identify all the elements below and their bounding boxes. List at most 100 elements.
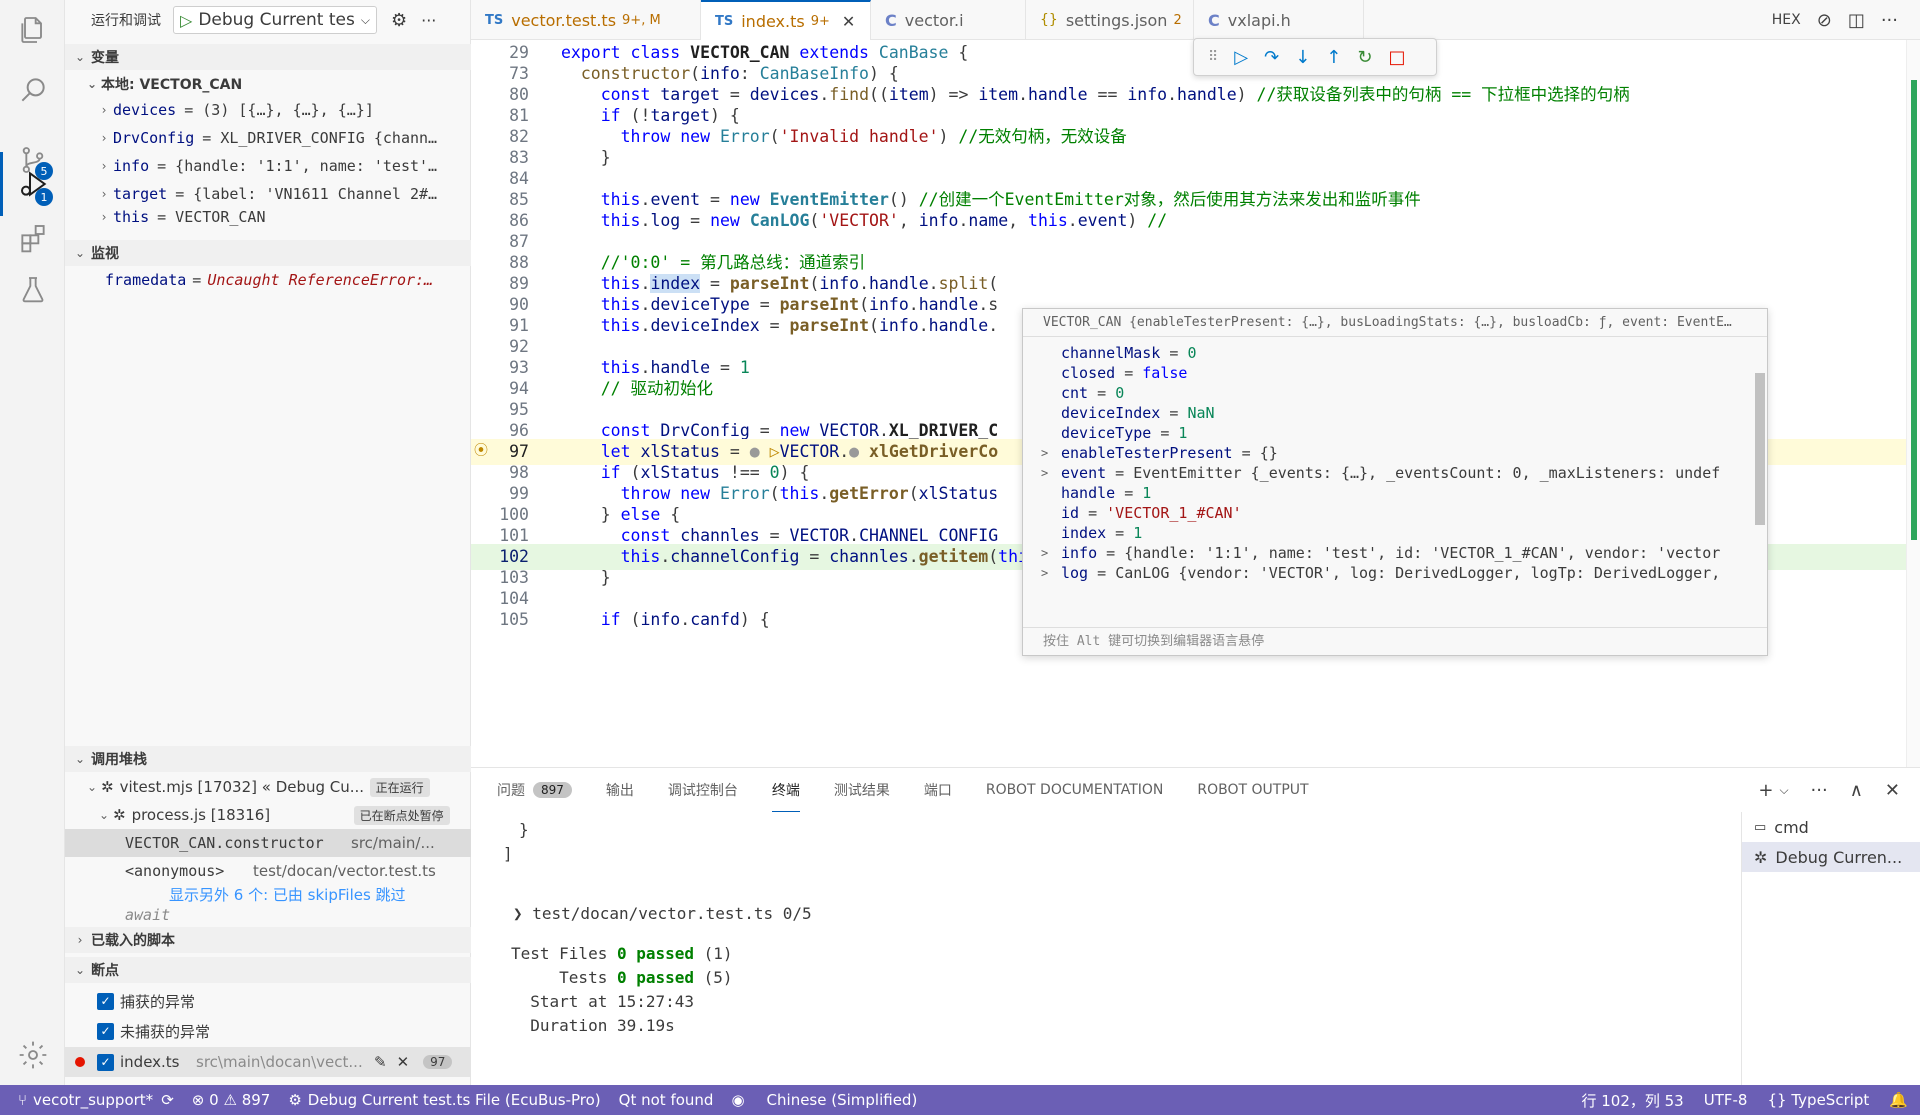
split-editor-icon[interactable]: ◫ [1848, 10, 1865, 31]
panel-tab[interactable]: 输出 [606, 768, 634, 812]
chevron-down-icon[interactable]: ⌵ [1779, 783, 1788, 798]
callstack-thread[interactable]: ⌄ ✲ process.js [18316] 已在断点处暂停 [65, 801, 471, 829]
maximize-icon[interactable]: ∧ [1850, 780, 1863, 801]
edit-icon[interactable]: ✎ [374, 1053, 387, 1071]
callstack-session[interactable]: ⌄ ✲ vitest.mjs [17032] « Debug Cu... 正在运… [65, 773, 471, 801]
panel-tab-label: 测试结果 [833, 783, 890, 799]
tab-vector-i[interactable]: C vector.i [871, 0, 1026, 40]
bottom-panel: 问题 897 输出 调试控制台 终端 测试结果 端口 ROBOT DOCUMENTATION R… [471, 767, 1920, 1086]
panel-tab[interactable]: 调试控制台 [668, 768, 738, 812]
qt-status[interactable]: Qt not found [619, 1091, 714, 1109]
problems-indicator[interactable]: ⊗ 0 ⚠ 897 [192, 1091, 271, 1109]
debug-sidebar: 运行和调试 ▷ Debug Current tes ⌵ ⚙ ··· ⌄ 变量 ⌄… [65, 0, 471, 1085]
panel-tab[interactable]: ROBOT DOCUMENTATION [986, 768, 1163, 812]
terminal-line: } [519, 820, 529, 839]
search-icon[interactable] [0, 60, 65, 120]
restart-icon[interactable]: ↻ [1357, 47, 1372, 68]
loaded-scripts-header[interactable]: › 已载入的脚本 [65, 927, 471, 953]
breakpoints-header[interactable]: ⌄ 断点 [65, 957, 471, 983]
debug-hover-widget[interactable]: VECTOR_CAN {enableTesterPresent: {…}, bu… [1022, 308, 1768, 656]
variable-item[interactable]: › DrvConfig = XL_DRIVER_CONFIG {chann… [65, 124, 471, 152]
extensions-icon[interactable] [0, 208, 65, 268]
explorer-icon[interactable] [0, 0, 65, 60]
variable-item[interactable]: › devices = (3) [{…}, {…}, {…}] [65, 96, 471, 124]
panel-tab[interactable]: ROBOT OUTPUT [1197, 768, 1308, 812]
bell-icon[interactable]: 🔔 [1889, 1091, 1908, 1109]
continue-icon[interactable]: ▷ [1234, 47, 1248, 68]
variables-section-header[interactable]: ⌄ 变量 [65, 44, 471, 70]
panel-tab[interactable]: 端口 [924, 768, 952, 812]
sync-icon[interactable]: ⟳ [161, 1091, 174, 1109]
gear-icon[interactable]: ⚙ [391, 10, 407, 31]
step-over-icon[interactable]: ↷ [1264, 47, 1279, 68]
breakpoint-caught[interactable]: ✓ 捕获的异常 [65, 987, 471, 1015]
step-out-icon[interactable]: ↑ [1326, 47, 1341, 68]
variable-value: = (3) [{…}, {…}, {…}] [184, 101, 374, 119]
hex-editor-button[interactable]: HEX [1772, 12, 1801, 28]
panel-tab[interactable]: 终端 [771, 768, 800, 812]
eye-off-icon[interactable]: ⊘ [1817, 10, 1832, 31]
more-icon[interactable]: ··· [1811, 780, 1828, 801]
breakpoint-uncaught[interactable]: ✓ 未捕获的异常 [65, 1017, 471, 1045]
start-debug-icon[interactable]: ▷ [180, 11, 192, 30]
step-into-icon[interactable]: ↓ [1295, 47, 1310, 68]
more-icon[interactable]: ··· [421, 11, 436, 30]
variable-item[interactable]: › target = {label: 'VN1611 Channel 2#… [65, 180, 471, 208]
add-terminal-icon[interactable]: + [1758, 780, 1773, 801]
panel-tab[interactable]: 问题 897 [497, 768, 572, 812]
terminal-item-debug[interactable]: ✲ Debug Curren... [1742, 842, 1920, 872]
variable-value: = {handle: '1:1', name: 'test'… [157, 157, 438, 175]
scrollbar-thumb[interactable] [1911, 80, 1917, 540]
callstack-section-header[interactable]: ⌄ 调用堆栈 [65, 746, 471, 772]
tab-index-ts[interactable]: TS index.ts 9+ ✕ [701, 0, 871, 40]
checkbox-checked-icon[interactable]: ✓ [97, 1022, 114, 1040]
manage-gear-icon[interactable] [0, 1025, 65, 1085]
branch-indicator[interactable]: ⑂ vecotr_support* ⟳ [18, 1091, 174, 1109]
chevron-down-icon: ⌄ [86, 780, 98, 794]
watch-section-header[interactable]: ⌄ 监视 [65, 240, 471, 266]
more-icon[interactable]: ··· [1881, 10, 1898, 31]
close-icon[interactable]: ✕ [397, 1053, 410, 1071]
close-icon[interactable]: ✕ [842, 12, 855, 31]
debug-config-label: Debug Current tes [198, 10, 355, 30]
stack-frame-selected[interactable]: VECTOR_CAN.constructor src/main/... [65, 829, 471, 857]
terminal-output[interactable]: } ] ❯ test/docan/vector.test.ts 0/5 Test… [471, 812, 1741, 1086]
run-debug-icon[interactable]: 1 [0, 152, 65, 216]
stop-icon[interactable]: □ [1388, 47, 1405, 68]
debug-session-indicator[interactable]: ⚙ Debug Current test.ts File (EcuBus-Pro) [288, 1091, 600, 1109]
close-icon[interactable]: ✕ [1885, 780, 1900, 801]
watch-item[interactable]: framedata = Uncaught ReferenceError:… [65, 266, 471, 294]
terminal-icon: ▭ [1754, 819, 1767, 835]
breakpoint-file[interactable]: ✓ index.ts src\main\docan\vect... ✎ ✕ 97 [65, 1047, 471, 1077]
skipped-frames-link[interactable]: 显示另外 6 个: 已由 skipFiles 跳过 [65, 882, 471, 906]
debug-icon: ⚙ [288, 1091, 302, 1109]
tab-settings-json[interactable]: {} settings.json 2 [1026, 0, 1194, 40]
editor-scrollbar[interactable] [1906, 40, 1920, 767]
language-mode[interactable]: {} TypeScript [1767, 1091, 1869, 1109]
checkbox-checked-icon[interactable]: ✓ [97, 992, 114, 1010]
hover-scrollbar[interactable] [1755, 373, 1765, 525]
property-value: CanLOG {vendor: 'VECTOR', log: DerivedLo… [1115, 564, 1721, 582]
chevron-right-icon: › [100, 131, 108, 145]
variable-item[interactable]: › info = {handle: '1:1', name: 'test'… [65, 152, 471, 180]
chevron-right-icon: > [1041, 566, 1049, 580]
panel-tab-label: 输出 [605, 783, 634, 799]
testing-icon[interactable] [0, 260, 65, 320]
breakpoint-dot-icon [75, 1057, 85, 1067]
drag-handle-icon[interactable]: ⠿ [1208, 49, 1218, 65]
c-file-icon: C [885, 10, 897, 30]
local-scope[interactable]: ⌄ 本地: VECTOR_CAN [65, 70, 471, 98]
panel-tab[interactable]: 测试结果 [834, 768, 890, 812]
tab-vector-test[interactable]: TS vector.test.ts 9+, M [471, 0, 701, 40]
encoding[interactable]: UTF-8 [1704, 1091, 1748, 1109]
ui-language-indicator[interactable]: ◉ Chinese (Simplified) [731, 1091, 917, 1109]
terminal-item-cmd[interactable]: ▭ cmd [1742, 812, 1920, 842]
warning-icon: ⚠ [223, 1091, 237, 1109]
hover-property[interactable]: > log = CanLOG {vendor: 'VECTOR', log: De… [1023, 561, 1767, 586]
checkbox-checked-icon[interactable]: ✓ [97, 1053, 114, 1071]
tab-vxlapi-h[interactable]: C vxlapi.h [1194, 0, 1364, 40]
variable-item[interactable]: › this = VECTOR_CAN [65, 208, 471, 226]
cursor-position[interactable]: 行 102，列 53 [1581, 1090, 1683, 1111]
debug-config-select[interactable]: ▷ Debug Current tes ⌵ [173, 6, 377, 34]
stack-frame[interactable]: <anonymous> test/docan/vector.test.ts [65, 857, 471, 885]
